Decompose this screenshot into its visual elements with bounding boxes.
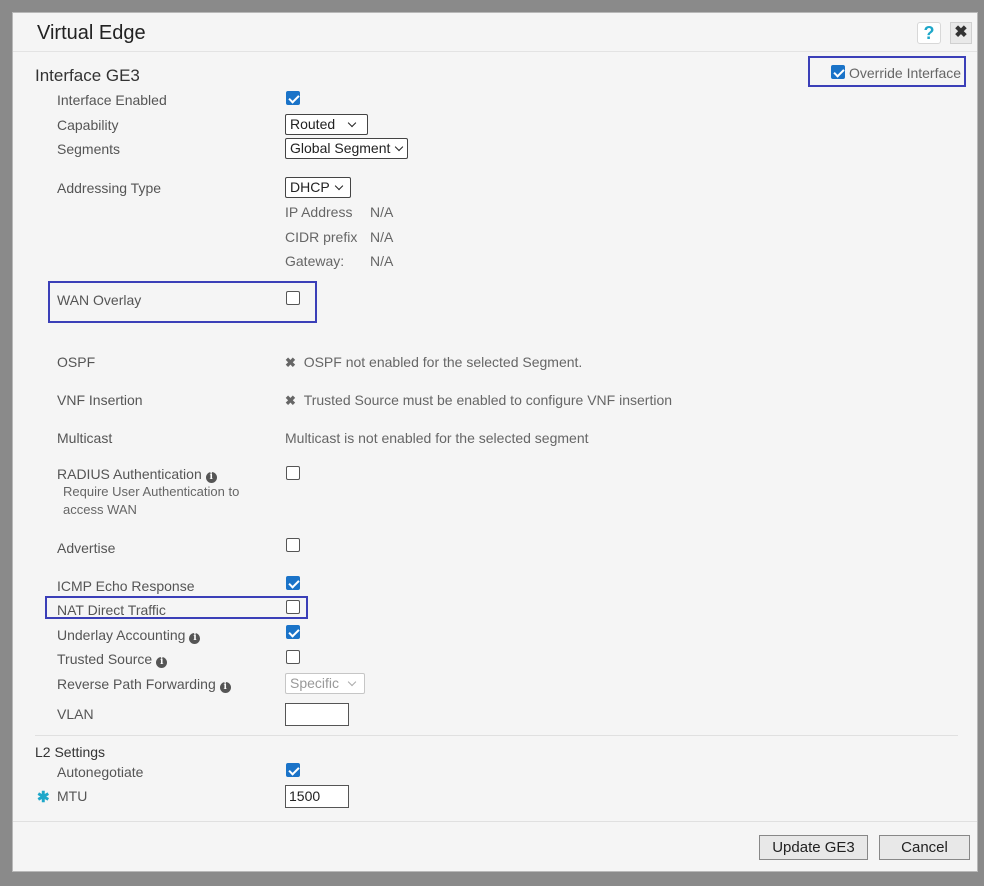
interface-enabled-label: Interface Enabled: [57, 92, 167, 108]
gateway-value: N/A: [370, 253, 394, 269]
cancel-button[interactable]: Cancel: [879, 835, 970, 860]
chevron-down-icon: [395, 142, 404, 152]
ip-address-value: N/A: [370, 204, 394, 220]
icmp-label: ICMP Echo Response: [57, 578, 195, 594]
override-interface-checkbox[interactable]: [831, 65, 845, 79]
info-icon[interactable]: i: [219, 682, 231, 693]
underlay-accounting-row: Underlay Accounting i: [57, 627, 201, 644]
advertise-label: Advertise: [57, 540, 116, 556]
rpf-value: Specific: [290, 675, 340, 691]
radius-checkbox[interactable]: [286, 466, 300, 480]
cidr-prefix-label: CIDR prefix: [285, 229, 358, 245]
vnf-insertion-message: ✖ Trusted Source must be enabled to conf…: [285, 392, 672, 409]
info-icon[interactable]: i: [205, 472, 217, 483]
vnf-insertion-label: VNF Insertion: [57, 392, 143, 408]
info-icon[interactable]: i: [156, 657, 168, 668]
cidr-prefix-value: N/A: [370, 229, 394, 245]
nat-direct-label: NAT Direct Traffic: [57, 602, 166, 618]
trusted-source-row: Trusted Source i: [57, 651, 168, 668]
rpf-row: Reverse Path Forwarding i: [57, 676, 231, 693]
radius-label-row: RADIUS Authentication i: [57, 466, 217, 483]
ip-address-label: IP Address: [285, 204, 353, 220]
mtu-label: MTU: [57, 788, 88, 804]
underlay-accounting-checkbox[interactable]: [286, 625, 300, 639]
capability-value: Routed: [290, 116, 336, 132]
multicast-label: Multicast: [57, 430, 113, 446]
rpf-select[interactable]: Specific: [285, 673, 365, 694]
info-icon[interactable]: i: [189, 633, 201, 644]
required-icon: ✱: [37, 789, 50, 806]
override-interface-label: Override Interface: [849, 65, 962, 81]
chevron-down-icon: [347, 118, 357, 128]
icmp-checkbox[interactable]: [286, 576, 300, 590]
segments-label: Segments: [57, 141, 121, 157]
virtual-edge-dialog: Virtual Edge ? ✖ Interface GE3 Override …: [12, 12, 978, 872]
segments-value: Global Segment: [290, 140, 391, 156]
mtu-input[interactable]: 1500: [285, 785, 349, 808]
wan-overlay-checkbox[interactable]: [286, 291, 300, 305]
multicast-message: Multicast is not enabled for the selecte…: [285, 430, 589, 446]
addressing-type-select[interactable]: DHCP: [285, 177, 351, 198]
trusted-source-label: Trusted Source: [57, 651, 153, 667]
addressing-type-label: Addressing Type: [57, 180, 162, 196]
chevron-down-icon: [334, 181, 343, 191]
x-icon: ✖: [285, 393, 296, 408]
help-icon[interactable]: ?: [917, 22, 941, 44]
trusted-source-checkbox[interactable]: [286, 650, 300, 664]
vlan-label: VLAN: [57, 706, 94, 722]
close-icon[interactable]: ✖: [950, 22, 972, 44]
ospf-message-text: OSPF not enabled for the selected Segmen…: [303, 354, 583, 370]
footer-divider: [13, 821, 977, 822]
capability-label: Capability: [57, 117, 119, 133]
radius-sub-line2: access WAN: [63, 502, 137, 517]
title-divider: [13, 51, 977, 52]
underlay-accounting-label: Underlay Accounting: [57, 627, 186, 643]
radius-label: RADIUS Authentication: [57, 466, 202, 482]
chevron-down-icon: [347, 677, 357, 687]
vnf-insertion-message-text: Trusted Source must be enabled to config…: [303, 392, 673, 408]
x-icon: ✖: [285, 355, 296, 370]
section-divider: [35, 735, 958, 736]
nat-direct-checkbox[interactable]: [286, 600, 300, 614]
advertise-checkbox[interactable]: [286, 538, 300, 552]
addressing-type-value: DHCP: [290, 179, 330, 195]
wan-overlay-label: WAN Overlay: [57, 292, 142, 308]
update-button[interactable]: Update GE3: [759, 835, 868, 860]
ospf-label: OSPF: [57, 354, 96, 370]
vlan-input[interactable]: [285, 703, 349, 726]
autonegotiate-label: Autonegotiate: [57, 764, 144, 780]
segments-select[interactable]: Global Segment: [285, 138, 408, 159]
gateway-label: Gateway:: [285, 253, 345, 269]
dialog-title: Virtual Edge: [37, 22, 146, 44]
l2-settings-title: L2 Settings: [35, 744, 106, 760]
interface-title: Interface GE3: [35, 66, 140, 85]
autonegotiate-checkbox[interactable]: [286, 763, 300, 777]
radius-sub-line1: Require User Authentication to: [63, 484, 240, 499]
interface-enabled-checkbox[interactable]: [286, 91, 300, 105]
capability-select[interactable]: Routed: [285, 114, 368, 135]
rpf-label: Reverse Path Forwarding: [57, 676, 216, 692]
ospf-message: ✖ OSPF not enabled for the selected Segm…: [285, 354, 582, 371]
